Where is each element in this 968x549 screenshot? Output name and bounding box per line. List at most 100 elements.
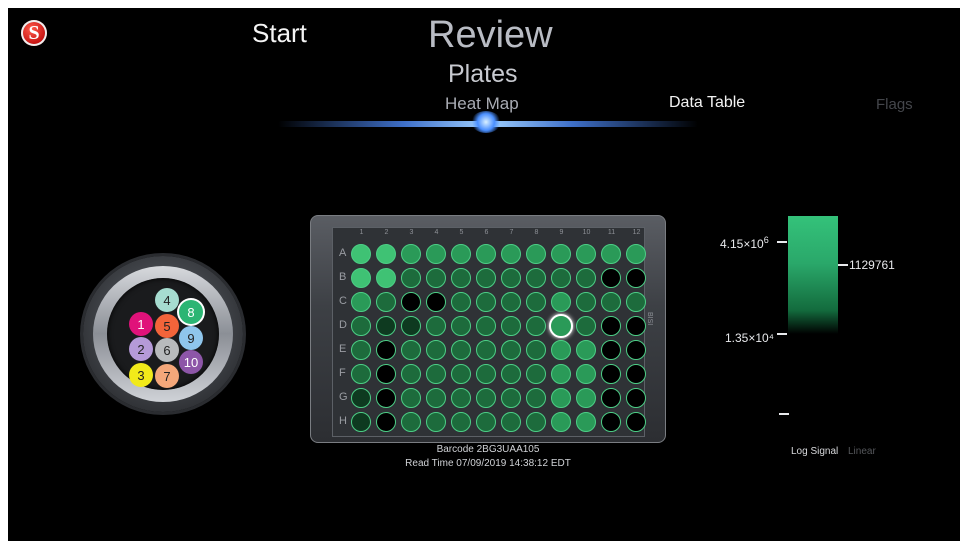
plate-well-G7[interactable] [501, 388, 521, 408]
plate-well-B12[interactable] [626, 268, 646, 288]
plate-well-D6[interactable] [476, 316, 496, 336]
plate-well-A9[interactable] [551, 244, 571, 264]
plate-well-G6[interactable] [476, 388, 496, 408]
plate-well-H10[interactable] [576, 412, 596, 432]
plate-well-E6[interactable] [476, 340, 496, 360]
plate-well-G4[interactable] [426, 388, 446, 408]
plate-well-F4[interactable] [426, 364, 446, 384]
plate-well-D5[interactable] [451, 316, 471, 336]
plate-well-E3[interactable] [401, 340, 421, 360]
selector-slot-7[interactable]: 7 [155, 364, 179, 388]
plate-well-E1[interactable] [351, 340, 371, 360]
nav-plates[interactable]: Plates [448, 60, 517, 89]
plate-well-B8[interactable] [526, 268, 546, 288]
selector-slot-2[interactable]: 2 [129, 337, 153, 361]
plate-well-C6[interactable] [476, 292, 496, 312]
plate-well-B6[interactable] [476, 268, 496, 288]
plate-well-G3[interactable] [401, 388, 421, 408]
plate-well-G5[interactable] [451, 388, 471, 408]
plate-well-D4[interactable] [426, 316, 446, 336]
scale-mode-log[interactable]: Log Signal [791, 446, 838, 457]
scale-mode-linear[interactable]: Linear [848, 446, 878, 457]
plate-well-C11[interactable] [601, 292, 621, 312]
plate-well-H4[interactable] [426, 412, 446, 432]
plate-selector-wheel[interactable]: 1 2 3 4 5 6 7 8 9 10 [83, 256, 243, 412]
plate-well-B7[interactable] [501, 268, 521, 288]
plate-well-G9[interactable] [551, 388, 571, 408]
plate-well-D1[interactable] [351, 316, 371, 336]
plate-well-E7[interactable] [501, 340, 521, 360]
plate-well-C4[interactable] [426, 292, 446, 312]
plate-well-F8[interactable] [526, 364, 546, 384]
plate-well-A2[interactable] [376, 244, 396, 264]
plate-well-E4[interactable] [426, 340, 446, 360]
plate-well-G8[interactable] [526, 388, 546, 408]
plate-well-A5[interactable] [451, 244, 471, 264]
selector-slot-8[interactable]: 8 [179, 300, 203, 324]
selector-slot-4[interactable]: 4 [155, 288, 179, 312]
plate-well-H11[interactable] [601, 412, 621, 432]
plate-well-B4[interactable] [426, 268, 446, 288]
plate-well-C12[interactable] [626, 292, 646, 312]
plate-well-H5[interactable] [451, 412, 471, 432]
tab-data-table[interactable]: Data Table [669, 94, 745, 112]
plate-well-C7[interactable] [501, 292, 521, 312]
plate-well-C1[interactable] [351, 292, 371, 312]
plate-well-F7[interactable] [501, 364, 521, 384]
plate-well-A7[interactable] [501, 244, 521, 264]
plate-well-E5[interactable] [451, 340, 471, 360]
plate-well-A1[interactable] [351, 244, 371, 264]
plate-well-F1[interactable] [351, 364, 371, 384]
selector-slot-6[interactable]: 6 [155, 338, 179, 362]
plate-well-D8[interactable] [526, 316, 546, 336]
selector-slot-1[interactable]: 1 [129, 312, 153, 336]
plate-well-H7[interactable] [501, 412, 521, 432]
plate-well-G10[interactable] [576, 388, 596, 408]
plate-well-D7[interactable] [501, 316, 521, 336]
plate-well-F2[interactable] [376, 364, 396, 384]
plate-well-D11[interactable] [601, 316, 621, 336]
plate-well-H9[interactable] [551, 412, 571, 432]
selector-slot-3[interactable]: 3 [129, 363, 153, 387]
plate-well-H2[interactable] [376, 412, 396, 432]
selector-slot-5[interactable]: 5 [155, 314, 179, 338]
plate-well-C2[interactable] [376, 292, 396, 312]
plate-well-F9[interactable] [551, 364, 571, 384]
plate-well-F11[interactable] [601, 364, 621, 384]
plate-well-B10[interactable] [576, 268, 596, 288]
plate-well-B3[interactable] [401, 268, 421, 288]
plate-well-F10[interactable] [576, 364, 596, 384]
nav-review[interactable]: Review [428, 14, 553, 57]
plate-well-B5[interactable] [451, 268, 471, 288]
plate-well-A3[interactable] [401, 244, 421, 264]
selector-slot-10[interactable]: 10 [179, 350, 203, 374]
tab-flags[interactable]: Flags [876, 96, 913, 113]
plate-well-A6[interactable] [476, 244, 496, 264]
plate-well-A10[interactable] [576, 244, 596, 264]
plate-well-G1[interactable] [351, 388, 371, 408]
plate-well-E9[interactable] [551, 340, 571, 360]
plate-well-F3[interactable] [401, 364, 421, 384]
plate-well-D10[interactable] [576, 316, 596, 336]
color-scale-bar[interactable] [788, 216, 838, 334]
plate-well-A12[interactable] [626, 244, 646, 264]
plate-well-H1[interactable] [351, 412, 371, 432]
plate-well-C3[interactable] [401, 292, 421, 312]
plate-well-H12[interactable] [626, 412, 646, 432]
plate-well-D9[interactable] [549, 314, 573, 338]
plate-well-E10[interactable] [576, 340, 596, 360]
plate-well-E2[interactable] [376, 340, 396, 360]
plate-well-H3[interactable] [401, 412, 421, 432]
plate-well-H8[interactable] [526, 412, 546, 432]
plate-well-B2[interactable] [376, 268, 396, 288]
plate-well-G2[interactable] [376, 388, 396, 408]
plate-well-C10[interactable] [576, 292, 596, 312]
plate-well-C9[interactable] [551, 292, 571, 312]
plate-well-A4[interactable] [426, 244, 446, 264]
plate-well-E11[interactable] [601, 340, 621, 360]
plate-well-E8[interactable] [526, 340, 546, 360]
plate-well-H6[interactable] [476, 412, 496, 432]
plate-well-A11[interactable] [601, 244, 621, 264]
plate-well-B1[interactable] [351, 268, 371, 288]
plate-well-C5[interactable] [451, 292, 471, 312]
